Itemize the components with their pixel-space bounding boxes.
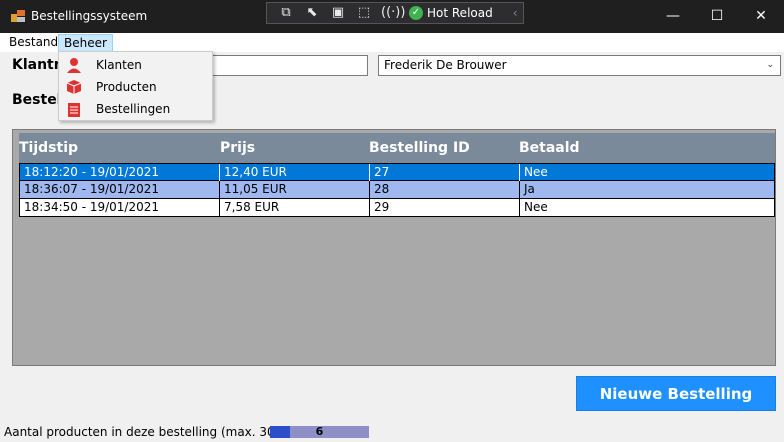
menu-item-klanten[interactable]: Klanten	[59, 54, 212, 76]
check-icon: ✓	[409, 6, 423, 20]
notepad-icon	[66, 101, 82, 117]
cell-betaald: Nee	[524, 200, 548, 214]
menu-item-label: Klanten	[96, 58, 142, 72]
debug-toolbar: ⧉ ⬉ ▣ ⬚ ((·)) ✓ Hot Reload ‹	[266, 2, 524, 24]
new-order-button[interactable]: Nieuwe Bestelling	[576, 376, 776, 411]
chevron-down-icon: ⌄	[766, 60, 774, 70]
menu-item-producten[interactable]: Producten	[59, 76, 212, 98]
menu-beheer[interactable]: Beheer	[58, 34, 113, 52]
collapse-chevron-icon[interactable]: ‹	[513, 6, 518, 20]
live-visual-tree-icon[interactable]: ⧉	[277, 5, 295, 21]
binding-failures-icon[interactable]: ((·))	[381, 5, 405, 21]
menu-item-bestellingen[interactable]: Bestellingen	[59, 98, 212, 120]
cell-tijdstip: 18:12:20 - 19/01/2021	[20, 164, 220, 182]
app-icon	[11, 9, 25, 23]
column-header-tijdstip[interactable]: Tijdstip	[19, 140, 78, 156]
cell-id: 29	[370, 199, 520, 217]
product-count-value: 6	[315, 425, 324, 438]
window-title: Bestellingssysteem	[31, 9, 148, 23]
close-button[interactable]: ✕	[738, 0, 784, 33]
display-adorners-icon[interactable]: ▣	[329, 5, 347, 21]
customer-search-input[interactable]	[212, 55, 368, 76]
cell-betaald: Nee	[524, 165, 548, 179]
title-bar: Bestellingssysteem ⧉ ⬉ ▣ ⬚ ((·)) ✓ Hot R…	[0, 0, 784, 33]
cell-id: 27	[370, 164, 520, 182]
table-row[interactable]: 18:12:20 - 19/01/2021 12,40 EUR 27 Nee	[19, 163, 775, 182]
minimize-button[interactable]: —	[650, 0, 696, 33]
cell-tijdstip: 18:36:07 - 19/01/2021	[20, 181, 220, 199]
product-count-label: Aantal producten in deze bestelling (max…	[4, 425, 284, 439]
table-row[interactable]: 18:36:07 - 19/01/2021 11,05 EUR 28 Ja	[19, 181, 775, 199]
maximize-button[interactable]: ☐	[694, 0, 740, 33]
person-icon	[66, 57, 82, 73]
column-header-betaald[interactable]: Betaald	[519, 140, 580, 156]
hot-reload-status[interactable]: ✓ Hot Reload	[409, 6, 493, 20]
beheer-dropdown: Klanten Producten Bestellingen	[58, 51, 213, 121]
menu-item-label: Bestellingen	[96, 102, 171, 116]
orders-grid[interactable]: Tijdstip Prijs Bestelling ID Betaald 18:…	[12, 129, 776, 366]
status-bar: Aantal producten in deze bestelling (max…	[0, 421, 784, 442]
menu-bestand[interactable]: Bestand	[4, 34, 63, 52]
cell-id: 28	[370, 181, 520, 199]
grid-header: Tijdstip Prijs Bestelling ID Betaald	[19, 133, 775, 163]
table-row[interactable]: 18:34:50 - 19/01/2021 7,58 EUR 29 Nee	[19, 199, 775, 217]
customer-select[interactable]: Frederik De Brouwer ⌄	[378, 55, 781, 76]
column-header-prijs[interactable]: Prijs	[220, 140, 255, 156]
customer-label: Klantn	[12, 57, 64, 73]
menu-bar: Bestand Beheer	[0, 33, 784, 52]
cell-tijdstip: 18:34:50 - 19/01/2021	[20, 199, 220, 217]
cell-prijs: 7,58 EUR	[220, 199, 370, 217]
hot-reload-label: Hot Reload	[427, 6, 493, 20]
box-icon	[66, 79, 82, 95]
cell-prijs: 11,05 EUR	[220, 181, 370, 199]
column-header-bestelling-id[interactable]: Bestelling ID	[369, 140, 470, 156]
cell-prijs: 12,40 EUR	[220, 164, 370, 182]
menu-item-label: Producten	[96, 80, 157, 94]
product-count-progress: 6	[270, 425, 369, 438]
customer-select-value: Frederik De Brouwer	[384, 58, 507, 72]
track-focus-icon[interactable]: ⬚	[355, 5, 373, 21]
cell-betaald: Ja	[524, 182, 535, 196]
select-element-icon[interactable]: ⬉	[303, 5, 321, 21]
